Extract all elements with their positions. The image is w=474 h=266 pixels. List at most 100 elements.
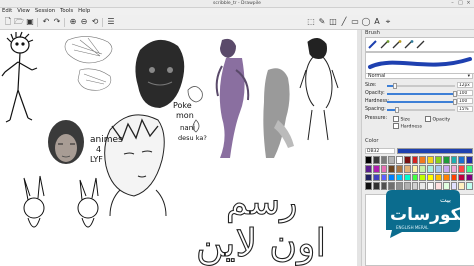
spacing-slider[interactable]: [387, 107, 455, 113]
palette-swatch[interactable]: [380, 173, 388, 182]
palette-swatch[interactable]: [466, 173, 473, 182]
palette-swatch[interactable]: [365, 164, 372, 173]
palette-swatch[interactable]: [388, 173, 396, 182]
palette-swatch[interactable]: [411, 164, 419, 173]
menu-tools[interactable]: Tools: [60, 8, 73, 15]
palette-swatch[interactable]: [403, 173, 411, 182]
spacing-label: Spacing:: [365, 107, 386, 112]
spacing-value[interactable]: 15%: [457, 106, 473, 112]
menu-view[interactable]: View: [17, 8, 30, 15]
hardness-slider[interactable]: [387, 99, 457, 105]
brush-tool-icon[interactable]: ✎: [317, 17, 327, 27]
palette-swatch[interactable]: [458, 173, 466, 182]
picker-tool-icon[interactable]: ⌖: [383, 17, 393, 27]
open-icon[interactable]: 🗁: [14, 17, 24, 27]
palette-swatch[interactable]: [427, 156, 435, 164]
sketch-rabbits: [23, 175, 99, 228]
rotate-icon[interactable]: ⟲: [90, 17, 100, 27]
palette-swatch[interactable]: [427, 173, 435, 182]
palette-swatch[interactable]: [396, 173, 403, 182]
brush-preset-2-icon[interactable]: [380, 40, 390, 49]
palette-swatch[interactable]: [419, 173, 427, 182]
menu-help[interactable]: Help: [78, 8, 90, 15]
undo-icon[interactable]: ↶: [41, 17, 51, 27]
select-tool-icon[interactable]: ⬚: [306, 17, 316, 27]
rectangle-tool-icon[interactable]: ▭: [350, 17, 360, 27]
palette-swatch[interactable]: [372, 182, 380, 190]
palette-swatch[interactable]: [466, 156, 473, 164]
menu-session[interactable]: Session: [35, 8, 55, 15]
new-icon[interactable]: 🗋: [3, 17, 13, 27]
palette-swatch[interactable]: [411, 156, 419, 164]
close-icon[interactable]: ×: [466, 1, 471, 6]
palette-swatch[interactable]: [466, 182, 473, 190]
brush-preset-5-icon[interactable]: [416, 40, 426, 49]
ellipse-tool-icon[interactable]: ◯: [361, 17, 371, 27]
text-tool-icon[interactable]: A: [372, 17, 382, 27]
palette-swatch[interactable]: [435, 156, 442, 164]
drawing-canvas[interactable]: Poke mon nani desu ka? animes 4 LYF رسم …: [0, 30, 357, 266]
redo-icon[interactable]: ↷: [52, 17, 62, 27]
opacity-value[interactable]: 100: [457, 90, 473, 96]
brush-preset-3-icon[interactable]: [392, 40, 402, 49]
palette-swatch[interactable]: [365, 156, 372, 164]
palette-swatch[interactable]: [435, 173, 442, 182]
zoom-in-icon[interactable]: ⊕: [68, 17, 78, 27]
eraser-tool-icon[interactable]: ◫: [328, 17, 338, 27]
pressure-hardness-label: Hardness: [400, 124, 422, 130]
opacity-slider[interactable]: [387, 91, 457, 97]
palette-swatch[interactable]: [403, 164, 411, 173]
menu-bar: Edit View Session Tools Help: [0, 8, 474, 15]
sketch-scribble-top: [64, 36, 113, 91]
menu-edit[interactable]: Edit: [2, 8, 12, 15]
palette-swatch[interactable]: [458, 156, 466, 164]
palette-swatch[interactable]: [466, 164, 473, 173]
palette-swatch[interactable]: [380, 156, 388, 164]
sketch-dark-head: [135, 39, 185, 108]
size-value[interactable]: 12px: [457, 82, 473, 88]
brush-preset-dropdown[interactable]: Normal ▾: [365, 73, 473, 79]
palette-swatch[interactable]: [419, 156, 427, 164]
brush-preset-4-icon[interactable]: [404, 40, 414, 49]
palette-swatch[interactable]: [388, 164, 396, 173]
palette-swatch[interactable]: [388, 156, 396, 164]
color-hex-input[interactable]: DB32: [365, 148, 395, 154]
palette-swatch[interactable]: [419, 164, 427, 173]
pressure-hardness-checkbox[interactable]: [393, 123, 399, 129]
note-animes: animes: [90, 135, 123, 145]
palette-swatch[interactable]: [372, 164, 380, 173]
size-slider[interactable]: [387, 83, 455, 89]
palette-swatch[interactable]: [442, 173, 450, 182]
maximize-icon[interactable]: □: [458, 1, 463, 6]
palette-swatch[interactable]: [396, 164, 403, 173]
palette-swatch[interactable]: [450, 156, 458, 164]
palette-swatch[interactable]: [380, 164, 388, 173]
palette-swatch[interactable]: [450, 173, 458, 182]
color-panel-header: Color: [365, 138, 379, 144]
current-color-swatch[interactable]: [397, 148, 473, 154]
palette-swatch[interactable]: [372, 173, 380, 182]
palette-swatch[interactable]: [427, 164, 435, 173]
palette-swatch[interactable]: [411, 173, 419, 182]
palette-swatch[interactable]: [372, 156, 380, 164]
minimize-icon[interactable]: –: [450, 1, 455, 6]
pressure-hardness-option[interactable]: Hardness: [393, 123, 422, 130]
palette-swatch[interactable]: [435, 164, 442, 173]
line-tool-icon[interactable]: ╱: [339, 17, 349, 27]
palette-swatch[interactable]: [450, 164, 458, 173]
palette-swatch[interactable]: [458, 164, 466, 173]
palette-swatch[interactable]: [396, 156, 403, 164]
brush-preset-1-icon[interactable]: [368, 40, 378, 49]
palette-swatch[interactable]: [365, 173, 372, 182]
sketch-stick-figure: [1, 31, 38, 123]
palette-swatch[interactable]: [442, 156, 450, 164]
toolbar-divider: [102, 18, 103, 27]
color-palette: [365, 156, 473, 190]
hardness-value[interactable]: 100: [457, 98, 473, 104]
palette-swatch[interactable]: [403, 156, 411, 164]
palette-swatch[interactable]: [365, 182, 372, 190]
host-session-icon[interactable]: ☰: [106, 17, 116, 27]
save-icon[interactable]: ▣: [25, 17, 35, 27]
zoom-out-icon[interactable]: ⊖: [79, 17, 89, 27]
palette-swatch[interactable]: [442, 164, 450, 173]
